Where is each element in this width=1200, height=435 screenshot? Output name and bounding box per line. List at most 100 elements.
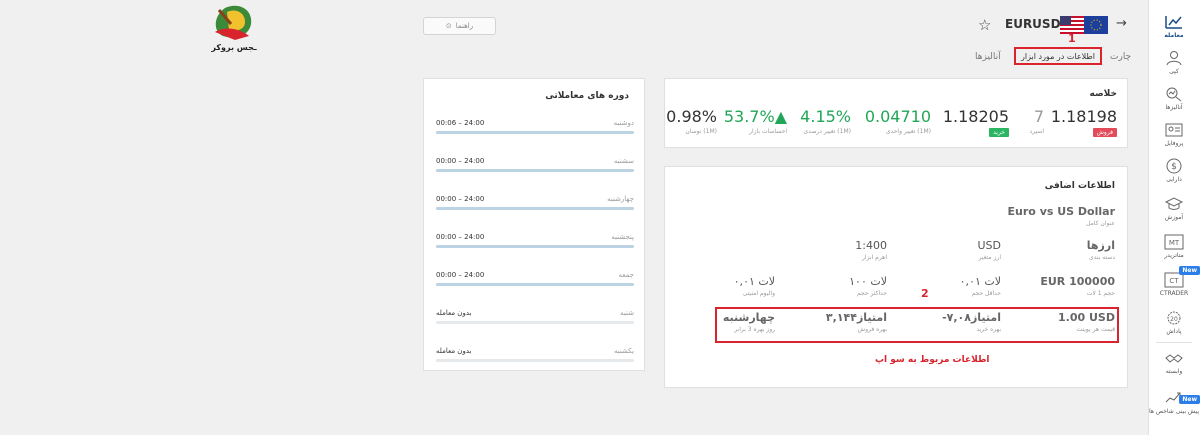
sidebar-label: پیش بینی شاخص ها [1148,408,1200,415]
session-row: دوشنبه 00:06 – 24:00 [436,119,634,139]
session-row: شنبه بدون معامله [436,309,634,329]
svg-text:MT: MT [1169,239,1180,247]
session-day: جمعه [618,271,634,279]
sidebar-item-ctrader[interactable]: CT CTRADER [1148,272,1200,297]
max-volume-value: ۱۰۰ لات [849,275,887,288]
logo-text: ـجس بروکر [211,43,257,52]
tab-instrument-info[interactable]: اطلاعات در مورد ابزار [1014,47,1102,65]
leverage-value: 1:400 [855,239,887,252]
session-time: 00:00 – 24:00 [436,271,485,279]
annotation-number-2: 2 [921,287,929,300]
svg-text:$: $ [1171,162,1177,172]
sidebar-item-profile[interactable]: پروفایل [1148,122,1200,147]
sidebar-item-rewards[interactable]: 20 پاداش [1148,310,1200,335]
volatility: 0.98% نوسان (1M) [666,107,717,135]
session-day: یکشنبه [613,347,634,355]
tab-analyzers[interactable]: آنالیزها [975,52,1001,62]
category-label: دسته بندی [1089,254,1115,261]
sidebar-item-metatrader[interactable]: MT متاتریدر [1148,234,1200,259]
category-value: ارزها [1086,239,1115,252]
category: ارزها دسته بندی [1087,239,1115,261]
sell-tag: فروش [1092,128,1117,137]
sidebar-label: کپی [1169,68,1179,75]
swap-sell-label: بهره فروش [857,326,887,333]
volatility-value: 0.98% [666,107,717,126]
session-time: 00:06 – 24:00 [436,119,485,127]
spread: 7 اسپرد [1030,107,1045,135]
volatility-label: نوسان (1M) [685,128,717,135]
sidebar: معامله کپی آنالیزها پروفایل $ دارایی آمو… [1148,0,1200,435]
svg-text:20: 20 [1170,316,1178,323]
max-volume-label: حداکثر حجم [857,290,887,297]
extra-info-title: اطلاعات اضافی [1044,181,1115,191]
session-row: یکشنبه بدون معامله [436,347,634,367]
trade-chart-icon [1165,16,1182,29]
session-bar [436,131,634,134]
help-icon: ⊙ [445,22,452,30]
sidebar-label: دارایی [1166,176,1182,183]
sidebar-label: CTRADER [1159,290,1189,297]
session-time: بدون معامله [436,347,472,355]
help-button[interactable]: ⊙ راهنما [423,17,496,35]
session-bar [436,169,634,172]
session-time: 00:00 – 24:00 [436,157,485,165]
full-name: Euro vs US Dollar عنوان کامل [1008,205,1115,227]
summary-title: خلاصه [1089,89,1117,99]
favorite-star-icon[interactable]: ☆ [978,16,991,34]
triple-swap-label: روز بهره 3 برابر [734,326,775,333]
analysis-icon [1166,87,1182,102]
spread-value: 7 [1033,107,1044,126]
new-badge-forecast: New [1179,395,1200,404]
base-currency-label: ارز متغیر [978,254,1001,261]
change-percent-value: 4.15% [800,107,851,126]
sidebar-label: پاداش [1166,328,1182,335]
session-bar-fill [436,245,634,248]
change-unit-value: 0.04710 [864,107,931,126]
handshake-icon [1165,354,1183,363]
session-bar [436,359,634,362]
session-day: چهارشنبه [607,195,634,203]
trading-sessions-panel: دوره های معاملاتی دوشنبه 00:06 – 24:00 سشن… [423,78,645,371]
session-day: سشنبه [613,157,634,165]
pip-value: 1.00 USD قیمت هر پوینت [1058,311,1115,333]
session-bar-fill [436,207,634,210]
swap-sell: ۳,۱۴۴امتیاز بهره فروش [826,311,887,333]
sidebar-item-trade[interactable]: معامله [1148,14,1200,39]
lot-size-value: EUR 100000 [1040,275,1115,288]
sidebar-item-education[interactable]: آموزش [1148,196,1200,221]
profile-icon [1165,123,1183,137]
dollar-icon: $ [1166,158,1182,174]
sidebar-item-assets[interactable]: $ دارایی [1148,158,1200,183]
session-bar-fill [436,131,634,134]
mt-icon: MT [1164,234,1184,250]
pip-value-value: 1.00 USD [1058,311,1115,324]
session-row: پنجشنبه 00:00 – 24:00 [436,233,634,253]
summary-panel: خلاصه 1.18198 فروش 7 اسپرد 1.18205 خرید … [664,78,1128,148]
triple-swap-day: چهارشنبه روز بهره 3 برابر [723,311,775,333]
base-currency: USD ارز متغیر [977,239,1001,261]
min-volume-label: حداقل حجم [971,290,1001,297]
sidebar-item-copy[interactable]: کپی [1148,50,1200,75]
session-day: پنجشنبه [611,233,634,241]
session-day: دوشنبه [613,119,634,127]
min-volume: ۰,۰۱ لات حداقل حجم [960,275,1001,297]
triple-swap-value: چهارشنبه [722,311,775,324]
symbol-name: EURUSD [1005,17,1061,31]
lot-size-label: حجم 1 لات [1086,290,1115,297]
session-time: 00:00 – 24:00 [436,233,485,241]
tab-chart[interactable]: چارت [1110,52,1131,62]
change-unit: 0.04710 تغییر واحدی (1M) [865,107,931,135]
sidebar-item-affiliate[interactable]: وابسته [1148,350,1200,375]
arrow-right-icon[interactable]: → [1116,16,1127,31]
session-time: 00:00 – 24:00 [436,195,485,203]
sidebar-item-analysis[interactable]: آنالیزها [1148,86,1200,111]
swap-sell-value: ۳,۱۴۴امتیاز [825,311,887,324]
session-bar [436,283,634,286]
session-row: جمعه 00:00 – 24:00 [436,271,634,291]
sidebar-label: پروفایل [1164,140,1184,147]
help-label: راهنما [455,22,474,30]
session-bar-fill [436,283,634,286]
copy-user-icon [1166,51,1182,66]
change-unit-label: تغییر واحدی (1M) [885,128,931,135]
sell-value: 1.18198 [1050,107,1117,126]
